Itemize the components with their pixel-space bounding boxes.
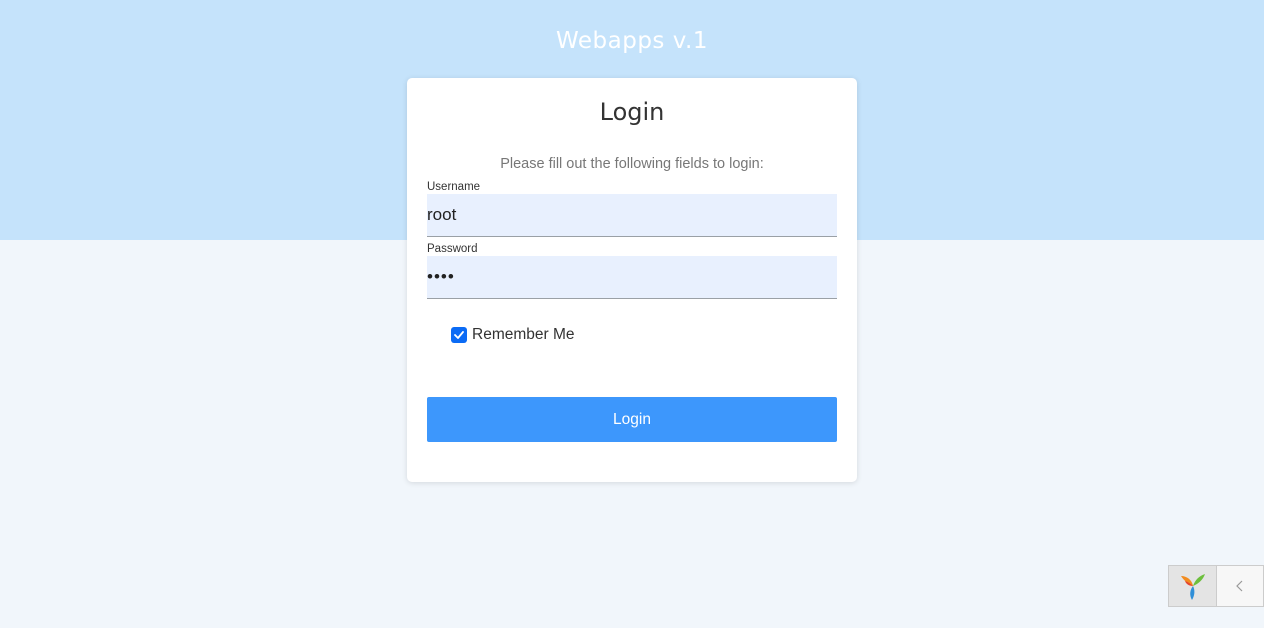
login-card: Login Please fill out the following fiel… (407, 78, 857, 482)
login-title: Login (599, 98, 665, 126)
login-instructions: Please fill out the following fields to … (500, 156, 764, 172)
login-button[interactable]: Login (427, 397, 837, 442)
yii-logo-icon[interactable] (1169, 566, 1217, 606)
password-label: Password (427, 243, 478, 255)
remember-me[interactable]: Remember Me (451, 326, 575, 344)
remember-me-label: Remember Me (472, 326, 575, 343)
debug-toolbar (1168, 565, 1264, 607)
username-field[interactable] (427, 194, 837, 237)
app-title: Webapps v.1 (555, 28, 708, 54)
login-page: Webapps v.1 Login Please fill out the fo… (0, 0, 1264, 628)
chevron-left-icon[interactable] (1217, 566, 1263, 606)
username-label: Username (427, 181, 481, 193)
checkmark-icon (454, 331, 464, 339)
password-field[interactable] (427, 256, 837, 299)
remember-me-checkbox[interactable] (451, 327, 467, 343)
